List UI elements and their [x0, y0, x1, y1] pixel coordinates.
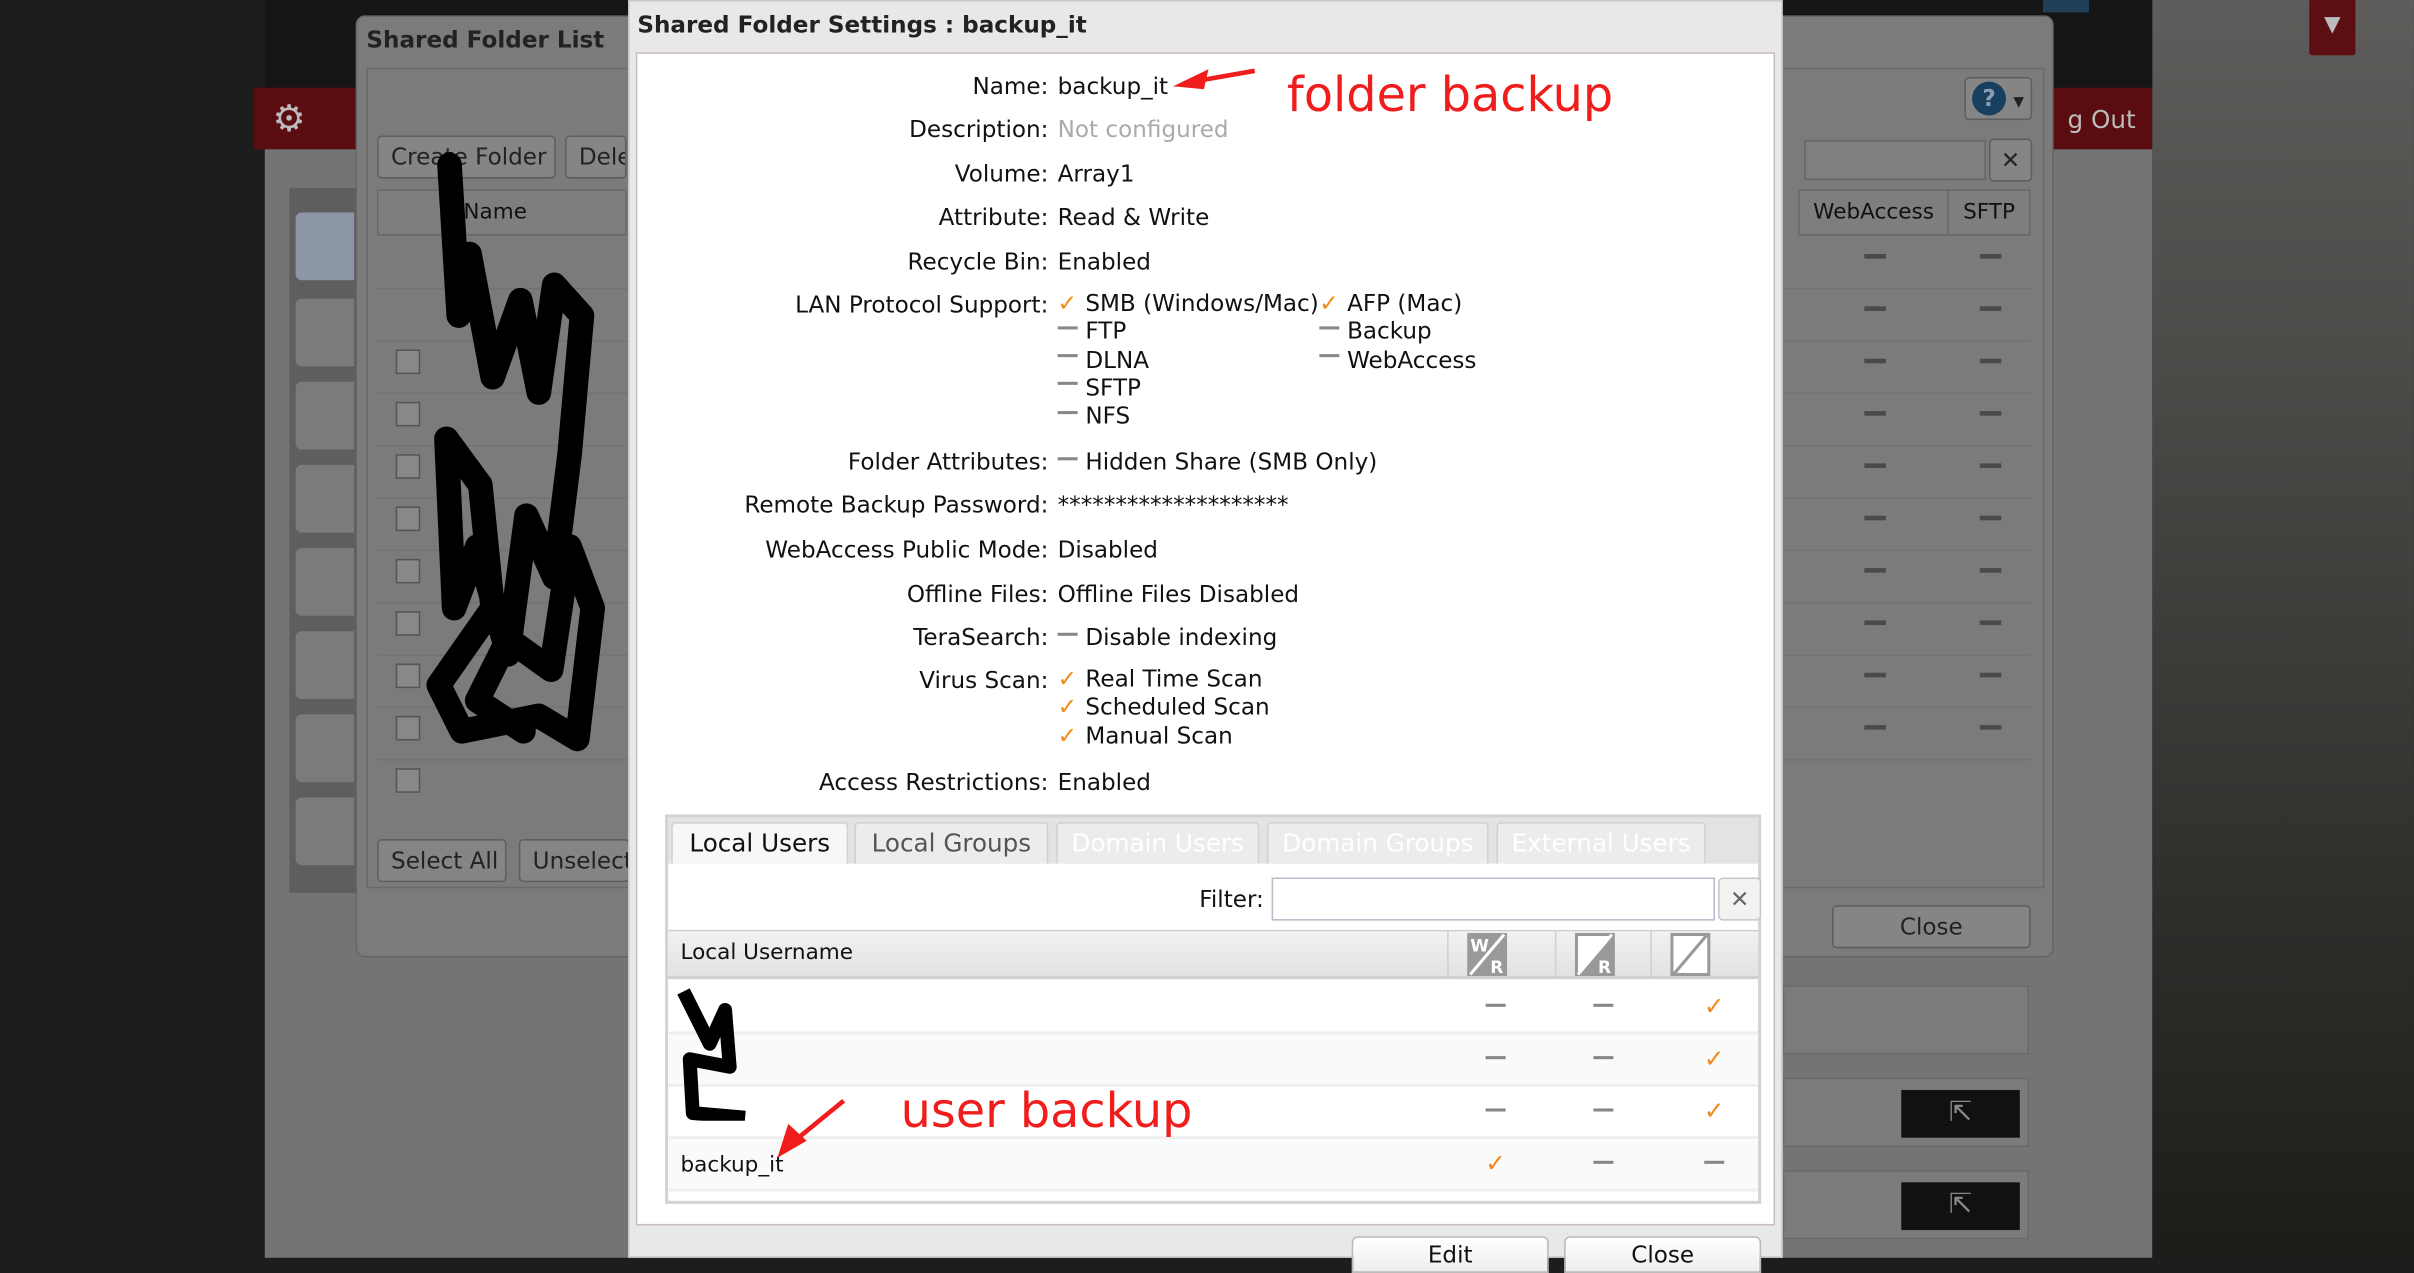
arrow-head-icon — [1173, 69, 1209, 90]
annotation-arrows — [777, 68, 1256, 1158]
arrow-head-icon — [777, 1123, 807, 1158]
